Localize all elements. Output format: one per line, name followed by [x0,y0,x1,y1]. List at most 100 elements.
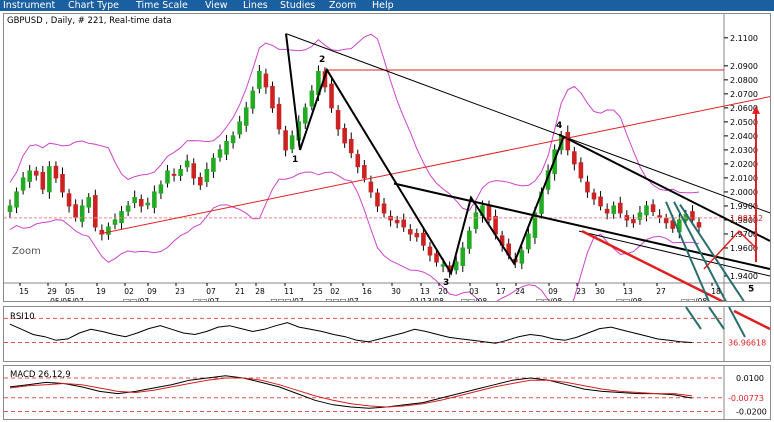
candle-body [184,160,190,168]
candle-body [434,253,439,263]
candle-body [53,165,59,179]
candle-body [631,219,636,224]
x-day-label: 17 [496,287,506,296]
x-day-label: 02 [124,287,134,296]
candle-body [191,163,197,179]
x-day-label: 24 [515,287,525,296]
menu-view[interactable]: View [205,0,228,11]
candle-body [243,107,249,126]
candle-body [276,103,282,130]
candle-body [158,184,164,194]
candle-body [66,193,72,207]
menu-help[interactable]: Help [372,0,394,11]
x-date-label: □□□/07 [270,297,304,301]
bollinger-lower [9,171,700,301]
candle-body [348,138,354,154]
rsi-panel[interactable]: RSI10 36.96618 [3,306,771,362]
falling-red-trendline [581,230,725,301]
y-tick-label: 2.0400 [730,132,758,141]
candle-body [427,246,433,256]
candle-body [171,173,177,176]
macd-panel[interactable]: 0.0100 -0.00773 -0.0200 MACD 26,12,9 [3,365,771,420]
x-day-label: 21 [235,287,245,296]
candle-body [204,169,210,182]
candle-body [138,198,144,207]
candle-body [237,121,242,135]
x-day-label: 02 [330,287,340,296]
candle-body [342,127,347,144]
candle-body [604,208,610,214]
wave-label-2: 2 [319,55,325,65]
x-day-label: 20 [438,287,448,296]
candle-body [250,90,256,109]
price-chart: GBPUSD , Daily, # 221, Real-time data 2.1… [4,14,770,301]
candle-body [106,226,111,235]
rsi-line [9,322,693,344]
candle-body [368,181,374,193]
macd-tick-label: -0.00773 [728,394,764,403]
candle-body [211,157,216,172]
x-day-label: 13 [623,287,633,296]
x-date-label: □□/08 [536,297,562,301]
y-tick-label: 2.0800 [730,76,758,85]
price-chart-panel[interactable]: GBPUSD , Daily, # 221, Real-time data 2.1… [3,13,771,302]
candle-body [381,203,387,214]
y-tick-label: 1.9700 [730,230,758,239]
x-day-label: 30 [595,287,605,296]
candle-body [453,261,459,271]
x-day-label: 23 [175,287,185,296]
candle-body [309,90,315,107]
x-day-label: 28 [255,287,265,296]
y-tick-label: 2.0900 [730,62,758,71]
menu-lines[interactable]: Lines [243,0,268,11]
x-day-label: 29 [47,287,57,296]
candle-body [7,205,13,213]
menu-studies[interactable]: Studies [280,0,315,11]
candle-body [145,202,151,206]
y-tick-label: 2.0200 [730,160,758,169]
bollinger-upper [9,33,700,211]
candle-body [125,205,131,212]
price-marker-label: 1.98152 [730,214,763,223]
macd-chart: 0.0100 -0.00773 -0.0200 MACD 26,12,9 [4,366,767,419]
macd-title: MACD 26,12,9 [10,370,71,380]
candle-body [617,202,623,214]
candle-body [650,204,656,213]
candle-body [73,204,78,218]
candle-body [401,219,407,228]
candle-body [565,131,571,151]
candle-body [217,149,223,158]
x-date-label: □□/08 [461,297,487,301]
candle-body [598,196,603,207]
candle-body [198,177,203,186]
candle-body [60,173,65,193]
x-day-label: 19 [96,287,106,296]
candle-body [165,170,170,184]
candle-body [407,229,413,235]
chart-header: GBPUSD , Daily, # 221, Real-time data [7,16,172,26]
candle-body [112,219,118,225]
y-tick-label: 2.0700 [730,90,758,99]
candle-body [270,85,275,109]
candle-body [362,165,367,179]
candle-body [289,135,295,150]
menu-bar: Instrument Chart Type Time Scale View Lines S… [0,0,774,11]
candle-body [33,170,39,176]
menu-chart-type[interactable]: Chart Type [68,0,119,11]
candle-body [178,169,183,176]
menu-zoom[interactable]: Zoom [329,0,356,11]
menu-time-scale[interactable]: Time Scale [136,0,188,11]
y-tick-label: 2.0100 [730,174,758,183]
y-tick-label: 2.1100 [730,34,758,43]
candle-body [585,181,590,193]
x-date-label: □□/07 [193,297,219,301]
y-tick-label: 2.0000 [730,188,758,197]
x-day-label: 23 [576,287,586,296]
x-day-label: 07 [206,287,216,296]
candle-body [355,154,361,168]
candle-body [460,247,466,266]
x-day-label: 05 [65,287,75,296]
candle-body [302,107,308,124]
x-day-label: 11 [284,287,294,296]
menu-instrument[interactable]: Instrument [3,0,55,11]
